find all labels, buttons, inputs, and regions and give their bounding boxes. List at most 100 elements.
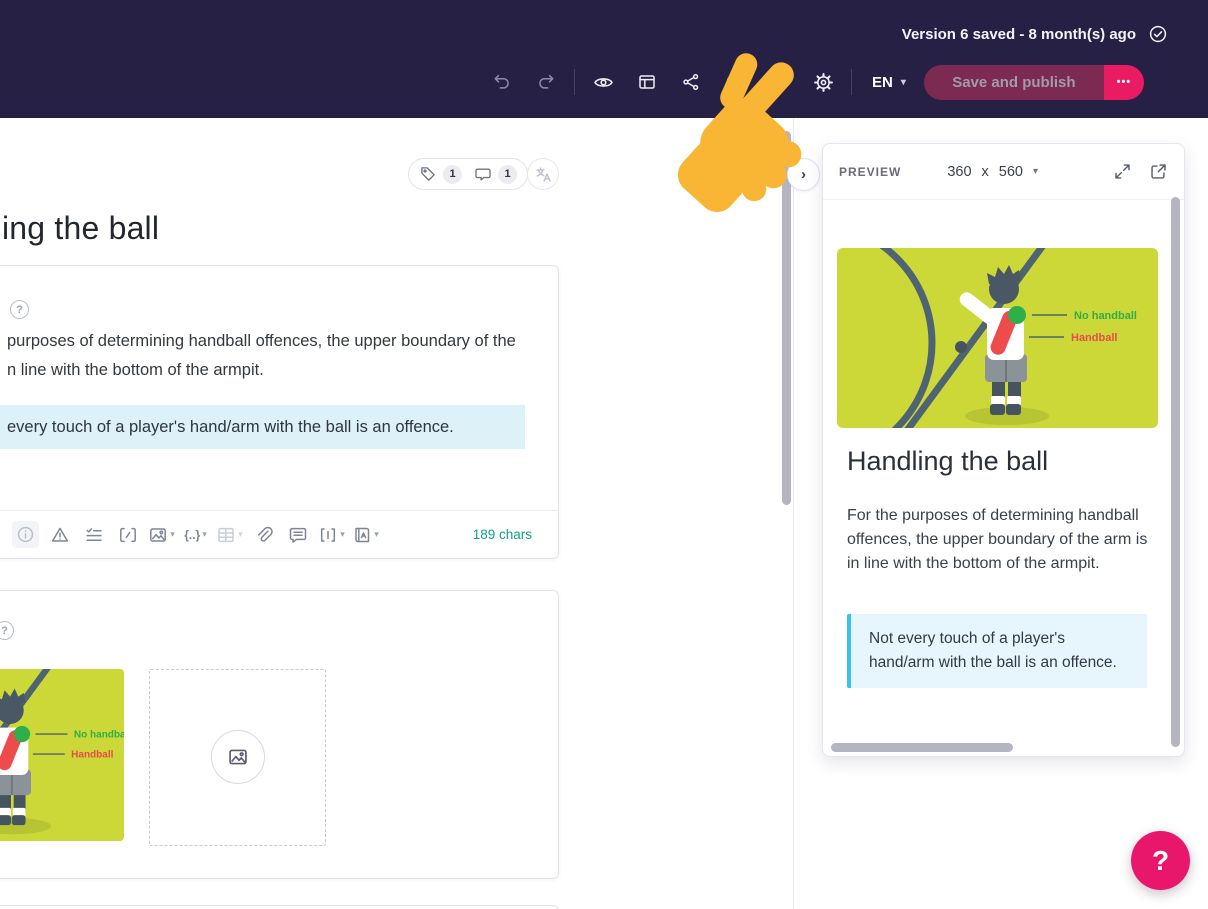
preview-panel-label: PREVIEW	[839, 164, 902, 179]
language-selector[interactable]: EN ▾	[872, 74, 906, 91]
checklist-tool-button[interactable]	[80, 521, 107, 548]
image-icon	[150, 527, 167, 542]
save-more-button[interactable]: •••	[1103, 64, 1144, 100]
code-tool-button[interactable]	[114, 521, 141, 548]
layout-icon	[639, 75, 655, 89]
code-icon	[119, 527, 136, 542]
preview-header: PREVIEW 360 x 560 ▾	[823, 144, 1184, 200]
open-in-new-button[interactable]	[1149, 162, 1168, 181]
text-block-card: ? purposes of determining handball offen…	[0, 265, 559, 559]
handball-label: Handball	[1071, 332, 1117, 344]
chevron-down-icon: ▾	[900, 76, 906, 88]
save-and-publish-button[interactable]: Save and publish	[923, 64, 1104, 100]
open-new-icon	[1151, 164, 1166, 179]
add-image-button[interactable]	[211, 730, 265, 784]
preview-mode-button[interactable]	[581, 64, 625, 100]
handball-illustration: No handball Handball	[837, 248, 1158, 428]
translate-icon	[536, 166, 551, 182]
preview-vertical-scrollbar[interactable]	[1171, 197, 1180, 747]
insert-image-tool-button[interactable]: ▾	[148, 521, 175, 548]
preview-size-separator: x	[981, 163, 989, 180]
checklist-icon	[85, 527, 102, 541]
share-button[interactable]	[669, 64, 713, 100]
warning-tool-button[interactable]	[46, 521, 73, 548]
glossary-tool-button[interactable]: ▾	[352, 521, 379, 548]
share-icon	[683, 73, 699, 91]
editor-paragraph-line2[interactable]: n line with the bottom of the armpit.	[7, 361, 264, 380]
info-button[interactable]	[713, 64, 757, 100]
toolbar-separator	[851, 69, 852, 95]
info-tool-button[interactable]	[12, 521, 39, 548]
handball-label: Handball	[71, 750, 114, 761]
preview-width-value: 360	[947, 163, 972, 180]
question-glyph: ?	[16, 303, 23, 316]
save-split-button: Save and publish •••	[923, 64, 1144, 100]
settings-gear-icon	[813, 72, 833, 92]
preview-paragraph: For the purposes of determining handball…	[847, 507, 1148, 572]
editor-paragraph-line1[interactable]: purposes of determining handball offence…	[7, 332, 516, 351]
panel-divider	[793, 118, 794, 909]
help-icon: ?	[1151, 844, 1170, 876]
comment-count-badge: 1	[498, 164, 517, 184]
comments-icon	[770, 73, 788, 88]
textblock-icon	[321, 527, 336, 542]
collapse-preview-button[interactable]: ›	[787, 158, 820, 191]
preview-panel: PREVIEW 360 x 560 ▾ No handball Handball…	[822, 143, 1185, 757]
char-count: 189 chars	[472, 527, 532, 542]
info-icon	[726, 73, 744, 91]
layout-button[interactable]	[625, 64, 669, 100]
variables-tool-button[interactable]: {..} ▾	[182, 521, 209, 548]
undo-icon	[494, 74, 509, 89]
topbar-toolbar: EN ▾ Save and publish •••	[480, 64, 1188, 100]
braces-icon: {..}	[184, 527, 201, 542]
expand-icon	[1115, 164, 1130, 179]
preview-horizontal-scrollbar[interactable]	[831, 743, 1013, 752]
question-glyph: ?	[1, 624, 8, 637]
topbar: Version 6 saved - 8 month(s) ago EN ▾ Sa…	[0, 0, 1208, 118]
translate-button[interactable]	[527, 158, 559, 190]
version-text: Version 6 saved - 8 month(s) ago	[901, 25, 1136, 43]
expand-preview-button[interactable]	[1113, 162, 1132, 181]
handball-illustration-thumb: No handball Handball	[0, 669, 124, 841]
language-label: EN	[872, 73, 893, 91]
note-tool-button[interactable]	[284, 521, 311, 548]
help-fab-button[interactable]: ?	[1131, 831, 1190, 890]
preview-height-value: 560	[998, 163, 1023, 180]
tag-count-badge: 1	[443, 164, 462, 184]
note-icon	[289, 527, 306, 543]
editor-highlight-text: every touch of a player's hand/arm with …	[7, 417, 454, 436]
editor-scrollbar[interactable]	[782, 131, 791, 505]
undo-button[interactable]	[480, 64, 524, 100]
preview-callout: Not every touch of a player's hand/arm w…	[847, 614, 1147, 688]
field-help-icon[interactable]: ?	[0, 621, 14, 640]
chevron-down-icon: ▾	[1033, 166, 1039, 177]
attachment-tool-button[interactable]	[250, 521, 277, 548]
page-title: ing the ball	[2, 210, 160, 246]
comments-button[interactable]	[757, 64, 801, 100]
attachment-icon	[257, 526, 273, 542]
check-circle-icon	[1149, 25, 1167, 43]
preview-size-selector[interactable]: 360 x 560 ▾	[947, 164, 1038, 180]
next-block-card	[0, 905, 559, 909]
chevron-down-icon: ▾	[238, 529, 243, 539]
preview-illustration: No handball Handball	[837, 248, 1158, 428]
image-block-card: ? No handb Handball	[0, 590, 559, 879]
editor-highlight-block[interactable]: every touch of a player's hand/arm with …	[0, 405, 525, 449]
version-status: Version 6 saved - 8 month(s) ago	[902, 24, 1168, 44]
textblock-tool-button[interactable]: ▾	[318, 521, 345, 548]
redo-icon	[539, 74, 554, 89]
no-handball-label: No handball	[1074, 310, 1137, 322]
table-tool-button[interactable]: ▾	[216, 521, 243, 548]
preview-header-actions	[1113, 162, 1168, 181]
tag-icon	[421, 167, 435, 181]
settings-button[interactable]	[801, 64, 845, 100]
redo-button[interactable]	[524, 64, 568, 100]
meta-badges[interactable]: 1 1	[408, 158, 528, 190]
image-thumbnail[interactable]: No handball Handball	[0, 669, 124, 841]
chevron-down-icon: ▾	[340, 529, 345, 539]
preview-callout-text: Not every touch of a player's hand/arm w…	[869, 630, 1117, 671]
warning-icon	[51, 527, 68, 542]
field-help-icon[interactable]: ?	[10, 300, 29, 319]
chevron-down-icon: ▾	[202, 529, 207, 539]
toolbar-separator	[574, 69, 575, 95]
